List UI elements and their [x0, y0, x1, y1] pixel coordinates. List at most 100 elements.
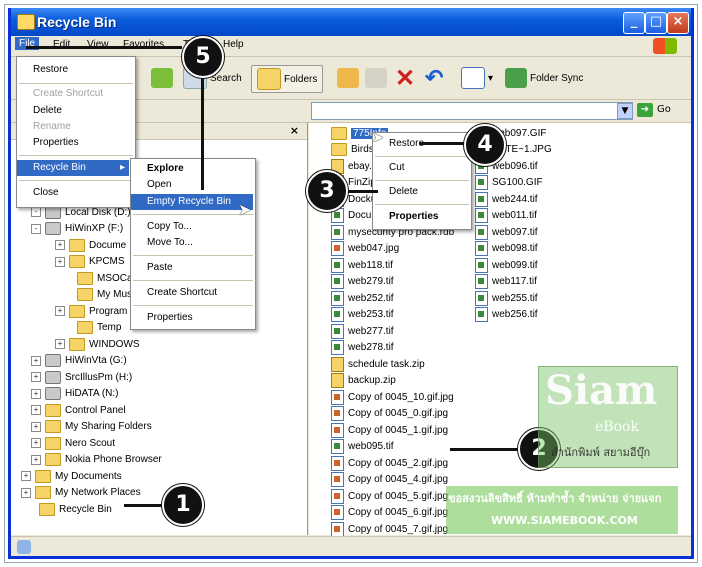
file-item[interactable]: web255.tif — [475, 290, 538, 306]
file-menu-recycle-bin[interactable]: Recycle Bin ▸ — [17, 160, 129, 176]
submenu-properties[interactable]: Properties — [131, 310, 193, 326]
expand-toggle-icon[interactable]: + — [31, 421, 41, 432]
go-arrow-icon[interactable]: ➔ — [637, 103, 653, 117]
tree-item[interactable]: Temp — [63, 320, 121, 336]
expand-toggle-icon[interactable]: + — [31, 454, 41, 465]
file-item[interactable]: web244.tif — [475, 191, 538, 207]
expand-toggle-icon[interactable]: + — [31, 355, 41, 366]
tree-item[interactable]: + My Sharing Folders — [31, 419, 152, 435]
tree-item[interactable]: + Nero Scout — [31, 435, 115, 451]
file-menu-properties[interactable]: Properties — [17, 135, 79, 151]
file-item[interactable]: web278.tif — [331, 340, 394, 356]
file-item[interactable]: web252.tif — [331, 290, 394, 306]
file-item[interactable]: Copy of 0045_7.gif.jpg — [331, 521, 448, 537]
file-menu-rename[interactable]: Rename — [17, 119, 71, 135]
expand-toggle-icon[interactable]: + — [21, 471, 31, 481]
file-item[interactable]: Copy of 0045_10.gif.jpg — [331, 389, 454, 405]
file-item[interactable]: web097.tif — [475, 224, 538, 240]
file-item[interactable]: SG100.GIF — [475, 175, 543, 191]
file-menu-create-shortcut[interactable]: Create Shortcut — [17, 86, 103, 102]
file-item[interactable]: backup.zip — [331, 373, 396, 389]
file-item[interactable]: schedule task.zip — [331, 356, 425, 372]
submenu-explore[interactable]: Explore — [131, 161, 184, 177]
tree-item[interactable]: + Control Panel — [31, 402, 126, 418]
expand-toggle-icon[interactable]: + — [31, 388, 41, 399]
title-bar[interactable]: Recycle Bin _ □ × — [11, 8, 691, 36]
file-item[interactable]: web098.tif — [475, 241, 538, 257]
expand-toggle-icon[interactable]: + — [55, 306, 65, 316]
expand-toggle-icon[interactable]: + — [21, 487, 31, 498]
file-menu: Restore Create Shortcut Delete Rename Pr… — [16, 56, 136, 208]
undo-button[interactable]: ↶ — [425, 65, 443, 91]
expand-toggle-icon[interactable]: + — [31, 405, 41, 415]
folders-button[interactable]: Folders — [251, 65, 324, 93]
expand-toggle-icon[interactable]: - — [31, 223, 41, 234]
file-item[interactable]: web099.tif — [475, 257, 538, 273]
submenu-empty-recycle-bin[interactable]: Empty Recycle Bin — [131, 194, 253, 210]
copy-to-button[interactable] — [365, 65, 390, 91]
folder-sync-button[interactable]: Folder Sync — [505, 65, 583, 91]
file-item[interactable]: web253.tif — [331, 307, 394, 323]
expand-toggle-icon[interactable]: - — [31, 207, 41, 217]
expand-toggle-icon[interactable]: + — [31, 372, 41, 382]
expand-toggle-icon[interactable]: + — [31, 438, 41, 448]
tree-item[interactable]: + SrcIllusPm (H:) — [31, 369, 132, 385]
close-pane-icon[interactable]: × — [290, 124, 299, 137]
close-button[interactable]: × — [667, 12, 689, 34]
tree-item[interactable]: - HiWinXP (F:) — [31, 221, 123, 237]
tree-item[interactable]: + Program — [55, 303, 127, 319]
file-item[interactable]: web011.tif — [475, 208, 537, 224]
file-item[interactable]: Copy of 0045_6.gif.jpg — [331, 505, 448, 521]
tree-item[interactable]: MSOCac — [63, 270, 138, 286]
up-button[interactable] — [151, 65, 176, 91]
address-dropdown-icon[interactable]: ▼ — [617, 103, 633, 119]
views-button[interactable]: ▾ — [461, 65, 493, 91]
file-item[interactable]: web117.tif — [475, 274, 537, 290]
context-cut[interactable]: Cut — [373, 160, 405, 176]
file-menu-restore[interactable]: Restore — [17, 62, 68, 78]
file-item[interactable]: Copy of 0045_5.gif.jpg — [331, 488, 448, 504]
file-item[interactable]: web277.tif — [331, 323, 394, 339]
context-delete[interactable]: Delete — [373, 184, 418, 200]
menu-help[interactable]: Help — [223, 39, 244, 50]
expand-toggle-icon[interactable]: + — [55, 256, 65, 267]
context-properties[interactable]: Properties — [373, 209, 438, 225]
submenu-paste[interactable]: Paste — [131, 260, 173, 276]
move-to-button[interactable] — [337, 65, 362, 91]
file-item[interactable]: web279.tif — [331, 274, 394, 290]
tree-item[interactable]: + Nokia Phone Browser — [31, 452, 162, 468]
tree-item[interactable]: + HiWinVta (G:) — [31, 353, 127, 369]
minimize-button[interactable]: _ — [623, 12, 645, 34]
file-item[interactable]: web118.tif — [331, 257, 393, 273]
tree-item[interactable]: + KPCMS — [55, 254, 125, 270]
submenu-copy-to[interactable]: Copy To... — [131, 219, 192, 235]
submenu-create-shortcut[interactable]: Create Shortcut — [131, 285, 217, 301]
file-item[interactable]: web095.tif — [331, 439, 394, 455]
maximize-button[interactable]: □ — [645, 12, 667, 34]
expand-toggle-icon[interactable]: + — [55, 240, 65, 250]
file-item[interactable]: web256.tif — [475, 307, 538, 323]
delete-button[interactable]: ✕ — [395, 65, 415, 92]
tree-item[interactable]: + HiDATA (N:) — [31, 386, 119, 402]
tree-item[interactable]: + My Network Places — [21, 485, 141, 501]
tree-item[interactable]: My Mus — [63, 287, 132, 303]
tree-item[interactable]: + Docume — [55, 237, 126, 253]
file-item[interactable]: web047.jpg — [331, 241, 399, 257]
file-item[interactable]: Copy of 0045_0.gif.jpg — [331, 406, 448, 422]
file-item[interactable]: Birds — [331, 142, 374, 158]
file-item[interactable]: Copy of 0045_2.gif.jpg — [331, 455, 448, 471]
submenu-open[interactable]: Open — [131, 177, 171, 193]
submenu-move-to[interactable]: Move To... — [131, 235, 193, 251]
file-item[interactable]: Copy of 0045_1.gif.jpg — [331, 422, 448, 438]
mouse-cursor-icon: ➤ — [238, 200, 252, 219]
expand-toggle-icon[interactable]: + — [55, 339, 65, 349]
file-menu-close[interactable]: Close — [17, 185, 59, 201]
tree-item[interactable]: Recycle Bin — [25, 501, 112, 517]
file-item[interactable]: Copy of 0045_4.gif.jpg — [331, 472, 448, 488]
tree-item-label: Recycle Bin — [59, 503, 112, 515]
file-menu-delete[interactable]: Delete — [17, 103, 62, 119]
go-label[interactable]: Go — [657, 104, 671, 115]
tree-item[interactable]: + WINDOWS — [55, 336, 140, 352]
tree-item[interactable]: + My Documents — [21, 468, 122, 484]
address-input[interactable] — [311, 102, 633, 120]
